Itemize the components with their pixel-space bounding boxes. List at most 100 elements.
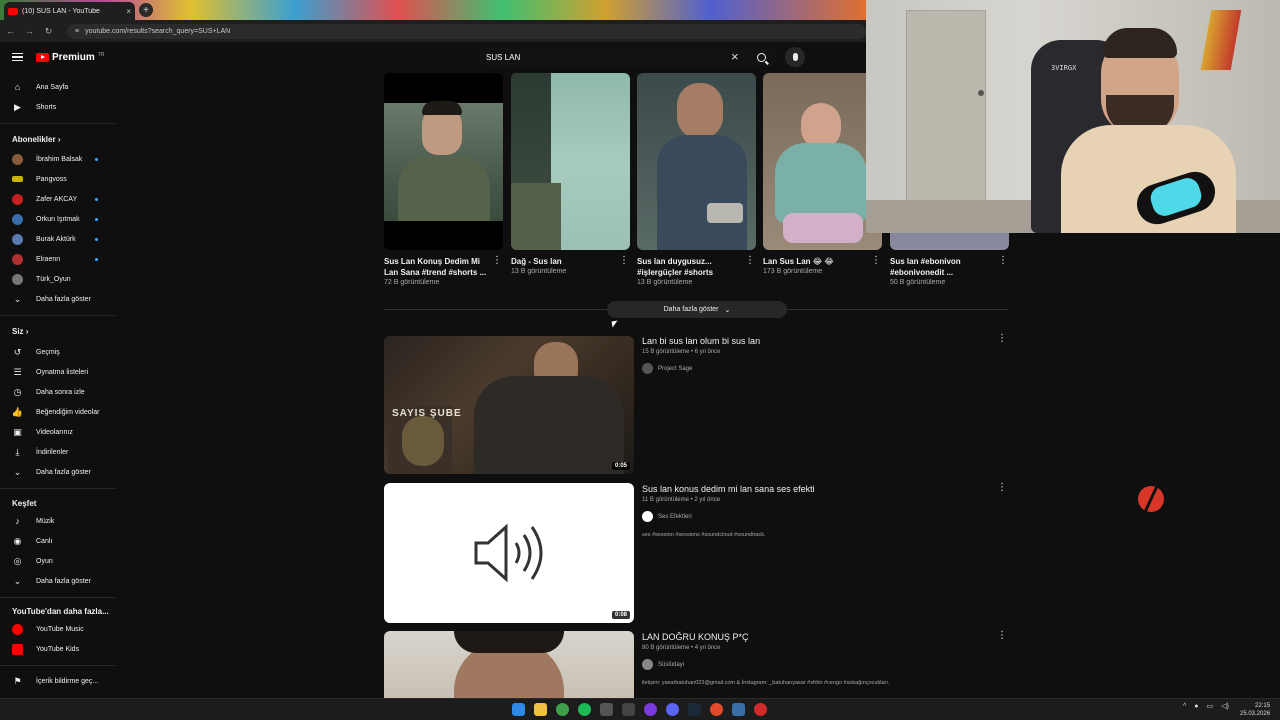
- reload-icon[interactable]: ↻: [44, 26, 53, 37]
- sidebar-item-your-videos[interactable]: ▣ Videolarınız: [0, 422, 115, 442]
- sidebar-item-history[interactable]: ↺ Geçmiş: [0, 342, 115, 362]
- app-icon[interactable]: [622, 703, 635, 716]
- sidebar-item-label: Daha fazla göster: [36, 468, 91, 476]
- more-options-icon[interactable]: ⋮: [997, 334, 1007, 344]
- short-card[interactable]: Sus Lan Konuş Dedim Mi Lan Sana #trend #s…: [384, 73, 503, 286]
- short-thumbnail[interactable]: [637, 73, 756, 250]
- subscriptions-heading[interactable]: Abonelikler ›: [12, 135, 60, 144]
- video-channel[interactable]: Süslüdayı: [642, 659, 684, 670]
- sidebar-item-label: Burak Aktürk: [36, 235, 76, 243]
- app-icon[interactable]: [600, 703, 613, 716]
- clock[interactable]: 22:15 25.03.2026: [1240, 702, 1270, 718]
- short-card[interactable]: Dağ - Sus lan 13 B görüntüleme ⋮: [511, 73, 630, 275]
- site-info-icon[interactable]: ≡: [75, 28, 79, 35]
- short-title[interactable]: Lan Sus Lan 😂 😂: [763, 256, 867, 267]
- sidebar-item-youtube-kids[interactable]: YouTube Kids: [0, 639, 115, 659]
- sidebar-item-subscription[interactable]: Burak Aktürk: [0, 229, 115, 249]
- search-icon: [756, 52, 766, 62]
- spotify-icon[interactable]: [578, 703, 591, 716]
- search-button[interactable]: [749, 48, 773, 66]
- sidebar-item-show-more[interactable]: ⌄ Daha fazla göster: [0, 462, 115, 482]
- more-options-icon[interactable]: ⋮: [619, 256, 629, 266]
- sidebar-item-subscription[interactable]: Elraenn: [0, 249, 115, 269]
- show-more-button[interactable]: Daha fazla göster ⌄: [607, 301, 787, 318]
- video-thumbnail[interactable]: SAYIS ŞUBE 0:05: [384, 336, 634, 474]
- sidebar-item-show-more[interactable]: ⌄ Daha fazla göster: [0, 289, 115, 309]
- mic-tray-icon[interactable]: ●: [1194, 703, 1198, 710]
- chevron-up-icon[interactable]: ^: [1183, 703, 1186, 710]
- search-input[interactable]: SUS LAN ×: [478, 48, 778, 66]
- sidebar-item-label: Türk_Oyun: [36, 275, 71, 283]
- short-thumbnail[interactable]: [763, 73, 882, 250]
- sidebar-item-shorts[interactable]: ▶ Shorts: [0, 97, 115, 117]
- video-duration: 0:05: [611, 462, 630, 470]
- file-explorer-icon[interactable]: [534, 703, 547, 716]
- volume-icon[interactable]: ◁): [1221, 702, 1229, 710]
- browser-tab[interactable]: (10) SUS LAN - YouTube ×: [4, 2, 135, 20]
- app-icon[interactable]: [732, 703, 745, 716]
- short-card[interactable]: Sus lan duygusuz... #işlergüçler #shorts …: [637, 73, 756, 286]
- clear-search-icon[interactable]: ×: [731, 49, 739, 64]
- url-field[interactable]: ≡ youtube.com/results?search_query=SUS+L…: [67, 23, 866, 39]
- sidebar-item-downloads[interactable]: ⤓ İndirilenler: [0, 442, 115, 462]
- short-title[interactable]: Dağ - Sus lan: [511, 256, 615, 267]
- sidebar-item-home[interactable]: ⌂ Ana Sayfa: [0, 77, 115, 97]
- youtube-favicon-icon: [8, 7, 18, 15]
- video-title[interactable]: Sus lan konus dedim mi lan sana ses efek…: [642, 484, 815, 494]
- forward-icon[interactable]: →: [25, 26, 34, 36]
- you-heading[interactable]: Siz ›: [12, 327, 28, 336]
- app-icon[interactable]: [754, 703, 767, 716]
- app-icon[interactable]: [710, 703, 723, 716]
- more-options-icon[interactable]: ⋮: [997, 631, 1007, 641]
- menu-icon[interactable]: [12, 53, 23, 61]
- voice-search-button[interactable]: [785, 47, 805, 67]
- sidebar-item-subscription[interactable]: Pangvoss: [0, 169, 115, 189]
- sidebar-item-liked[interactable]: 👍 Beğendiğim videolar: [0, 402, 115, 422]
- video-title[interactable]: LAN DOĞRU KONUŞ P*Ç: [642, 632, 749, 642]
- video-channel[interactable]: Ses Efektleri: [642, 511, 692, 522]
- video-title[interactable]: Lan bi sus lan olum bi sus lan: [642, 336, 760, 346]
- sidebar-item-subscription[interactable]: Zafer AKCAY: [0, 189, 115, 209]
- shorts-icon: ▶: [14, 101, 21, 112]
- short-thumbnail[interactable]: [384, 73, 503, 250]
- sidebar-item-subscription[interactable]: Türk_Oyun: [0, 269, 115, 289]
- screen: (10) SUS LAN - YouTube × + ← → ↻ ≡ youtu…: [0, 0, 1280, 720]
- video-thumbnail[interactable]: 0:08: [384, 483, 634, 623]
- sidebar-item-subscription[interactable]: İbrahim Balsak: [0, 149, 115, 169]
- steam-icon[interactable]: [688, 703, 701, 716]
- short-thumbnail[interactable]: [511, 73, 630, 250]
- brand-logo-icon: [1138, 483, 1164, 513]
- video-channel[interactable]: Project Sage: [642, 363, 692, 374]
- sidebar-item-gaming[interactable]: ◎ Oyun: [0, 551, 115, 571]
- short-title[interactable]: Sus Lan Konuş Dedim Mi Lan Sana #trend #s…: [384, 256, 488, 278]
- explore-heading: Keşfet: [12, 499, 37, 508]
- channel-avatar: [642, 511, 653, 522]
- sidebar-item-live[interactable]: ◉ Canlı: [0, 531, 115, 551]
- more-options-icon[interactable]: ⋮: [745, 256, 755, 266]
- windows-start-icon[interactable]: [512, 703, 525, 716]
- tab-close-icon[interactable]: ×: [126, 7, 131, 16]
- youtube-logo[interactable]: Premium TR: [36, 52, 104, 63]
- short-title[interactable]: Sus lan duygusuz... #işlergüçler #shorts: [637, 256, 741, 278]
- back-icon[interactable]: ←: [6, 26, 15, 36]
- sidebar-item-show-more[interactable]: ⌄ Daha fazla göster: [0, 571, 115, 591]
- network-icon[interactable]: ▭: [1207, 702, 1214, 710]
- chrome-icon[interactable]: [556, 703, 569, 716]
- sidebar-item-report[interactable]: ⚑ İçerik bildirme geç...: [0, 671, 115, 691]
- more-options-icon[interactable]: ⋮: [871, 256, 881, 266]
- sidebar-item-youtube-music[interactable]: YouTube Music: [0, 619, 115, 639]
- sidebar-item-music[interactable]: ♪ Müzik: [0, 511, 115, 531]
- more-options-icon[interactable]: ⋮: [998, 256, 1008, 266]
- more-options-icon[interactable]: ⋮: [997, 483, 1007, 493]
- short-card[interactable]: Lan Sus Lan 😂 😂 173 B görüntüleme ⋮: [763, 73, 882, 275]
- sidebar-item-subscription[interactable]: Orkun Işıtmak: [0, 209, 115, 229]
- twitch-icon[interactable]: [644, 703, 657, 716]
- video-meta: 80 B görüntüleme • 4 yıl önce: [642, 645, 721, 651]
- more-options-icon[interactable]: ⋮: [492, 256, 502, 266]
- sidebar-item-watch-later[interactable]: ◷ Daha sonra izle: [0, 382, 115, 402]
- discord-icon[interactable]: [666, 703, 679, 716]
- short-title[interactable]: Sus lan #ebonivon #ebonivonedit ...: [890, 256, 994, 278]
- video-thumbnail[interactable]: [384, 631, 634, 698]
- new-tab-button[interactable]: +: [139, 3, 153, 17]
- sidebar-item-playlists[interactable]: ☰ Oynatma listeleri: [0, 362, 115, 382]
